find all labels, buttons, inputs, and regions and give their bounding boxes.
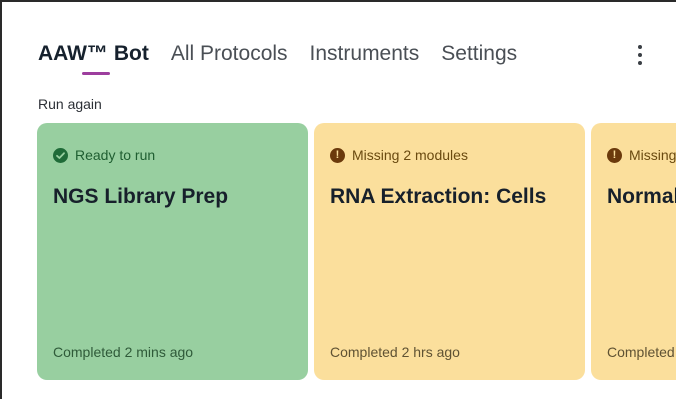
status-text: Missing 2 modules <box>352 147 468 163</box>
tab-label: All Protocols <box>170 42 288 65</box>
status-badge: Ready to run <box>53 147 155 163</box>
protocol-card-ngs-library-prep[interactable]: Ready to run NGS Library Prep Completed … <box>37 123 308 380</box>
top-nav-tabs: AAW™ Bot All Protocols Instruments Setti… <box>38 42 539 82</box>
protocol-card-normal[interactable]: ! Missing Normal Completed <box>591 123 676 380</box>
status-badge: ! Missing 2 modules <box>330 147 468 163</box>
status-badge: ! Missing <box>607 147 676 163</box>
app-window: AAW™ Bot All Protocols Instruments Setti… <box>0 0 676 399</box>
card-footer: Completed 2 mins ago <box>53 344 193 360</box>
footer-label: Completed <box>607 344 675 360</box>
protocol-card-rna-extraction[interactable]: ! Missing 2 modules RNA Extraction: Cell… <box>314 123 585 380</box>
card-title: RNA Extraction: Cells <box>330 185 547 208</box>
alert-circle-icon: ! <box>607 147 622 163</box>
tab-label: Instruments <box>309 42 420 65</box>
tab-aaw-bot[interactable]: AAW™ Bot <box>38 42 149 75</box>
tab-settings[interactable]: Settings <box>441 42 517 66</box>
status-text: Missing <box>629 147 676 163</box>
status-text: Ready to run <box>75 147 156 163</box>
alert-circle-icon: ! <box>330 147 345 163</box>
active-tab-indicator <box>82 72 110 75</box>
footer-label: Completed <box>53 344 121 360</box>
card-footer: Completed 2 hrs ago <box>330 344 460 360</box>
tab-instruments[interactable]: Instruments <box>310 42 420 66</box>
footer-time: 2 hrs ago <box>401 344 460 360</box>
tab-label: AAW™ Bot <box>38 42 149 65</box>
tab-all-protocols[interactable]: All Protocols <box>171 42 288 66</box>
card-footer: Completed <box>607 344 675 360</box>
section-title-run-again: Run again <box>38 96 102 112</box>
footer-time: 2 mins ago <box>124 344 194 360</box>
overflow-menu-button[interactable] <box>630 40 650 70</box>
more-vertical-icon <box>638 45 642 65</box>
card-title: NGS Library Prep <box>53 185 229 208</box>
tab-label: Settings <box>441 42 518 65</box>
footer-label: Completed <box>330 344 398 360</box>
check-circle-icon <box>53 147 68 163</box>
card-title: Normal <box>607 185 676 208</box>
